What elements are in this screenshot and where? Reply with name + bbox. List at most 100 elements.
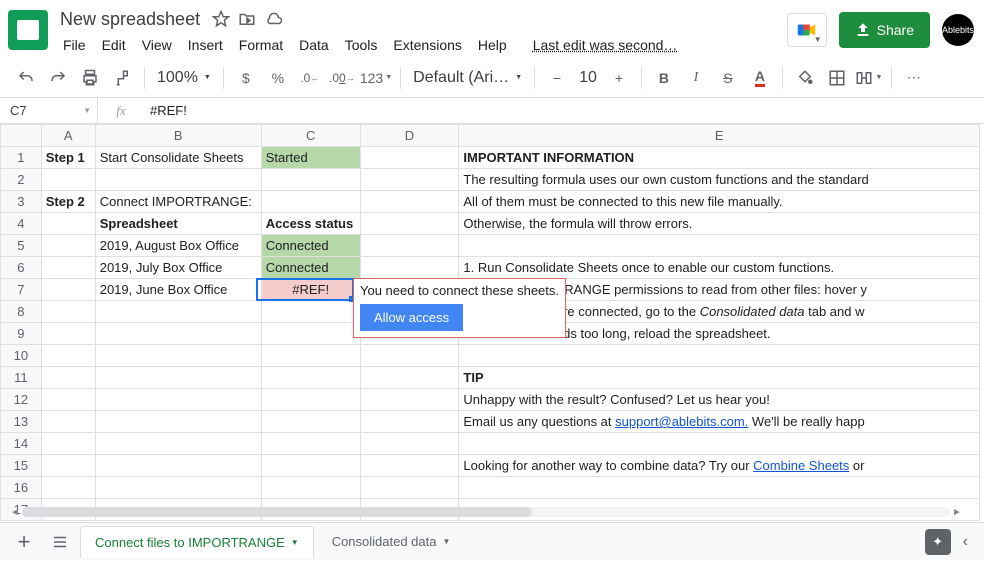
- format-percent-button[interactable]: %: [264, 64, 292, 92]
- cell-E15[interactable]: Looking for another way to combine data?…: [459, 455, 980, 477]
- row-header[interactable]: 9: [1, 323, 42, 345]
- cell-B5[interactable]: 2019, August Box Office: [95, 235, 261, 257]
- col-header-E[interactable]: E: [459, 125, 980, 147]
- menu-edit[interactable]: Edit: [95, 33, 133, 57]
- cell-B16[interactable]: [95, 477, 261, 499]
- cell-B8[interactable]: [95, 301, 261, 323]
- cell-B1[interactable]: Start Consolidate Sheets: [95, 147, 261, 169]
- horizontal-scrollbar[interactable]: ◄►: [8, 506, 964, 518]
- font-size-input[interactable]: 10: [575, 69, 601, 87]
- cell-B10[interactable]: [95, 345, 261, 367]
- cell-D6[interactable]: [360, 257, 459, 279]
- menu-help[interactable]: Help: [471, 33, 514, 57]
- cell-D2[interactable]: [360, 169, 459, 191]
- row-header[interactable]: 1: [1, 147, 42, 169]
- font-select[interactable]: Default (Ari…▼: [409, 69, 526, 87]
- row-header[interactable]: 8: [1, 301, 42, 323]
- col-header-C[interactable]: C: [261, 125, 360, 147]
- cell-C12[interactable]: [261, 389, 360, 411]
- cell-E13[interactable]: Email us any questions at support@ablebi…: [459, 411, 980, 433]
- spreadsheet-grid[interactable]: ABCDE1Step 1Start Consolidate SheetsStar…: [0, 124, 984, 522]
- cell-B15[interactable]: [95, 455, 261, 477]
- allow-access-button[interactable]: Allow access: [360, 304, 463, 331]
- cell-C3[interactable]: [261, 191, 360, 213]
- cell-A1[interactable]: Step 1: [41, 147, 95, 169]
- italic-button[interactable]: I: [682, 64, 710, 92]
- cell-C14[interactable]: [261, 433, 360, 455]
- zoom-select[interactable]: 100%▼: [153, 69, 215, 87]
- row-header[interactable]: 7: [1, 279, 42, 301]
- cell-A12[interactable]: [41, 389, 95, 411]
- add-sheet-button[interactable]: +: [8, 526, 40, 558]
- cell-B14[interactable]: [95, 433, 261, 455]
- cell-D12[interactable]: [360, 389, 459, 411]
- cell-D13[interactable]: [360, 411, 459, 433]
- cell-C11[interactable]: [261, 367, 360, 389]
- cell-C16[interactable]: [261, 477, 360, 499]
- star-icon[interactable]: [212, 10, 230, 28]
- cell-D11[interactable]: [360, 367, 459, 389]
- cell-D3[interactable]: [360, 191, 459, 213]
- cell-E4[interactable]: Otherwise, the formula will throw errors…: [459, 213, 980, 235]
- cell-D10[interactable]: [360, 345, 459, 367]
- doc-title[interactable]: New spreadsheet: [56, 7, 204, 32]
- cell-A2[interactable]: [41, 169, 95, 191]
- cell-E3[interactable]: All of them must be connected to this ne…: [459, 191, 980, 213]
- cell-D15[interactable]: [360, 455, 459, 477]
- explore-button[interactable]: [925, 529, 951, 555]
- cell-A10[interactable]: [41, 345, 95, 367]
- print-button[interactable]: [76, 64, 104, 92]
- cell-C6[interactable]: Connected: [261, 257, 360, 279]
- fill-color-button[interactable]: [791, 64, 819, 92]
- decrease-decimal-button[interactable]: .0←: [296, 64, 324, 92]
- cell-B11[interactable]: [95, 367, 261, 389]
- menu-data[interactable]: Data: [292, 33, 336, 57]
- cell-C13[interactable]: [261, 411, 360, 433]
- row-header[interactable]: 11: [1, 367, 42, 389]
- cell-B9[interactable]: [95, 323, 261, 345]
- cell-E2[interactable]: The resulting formula uses our own custo…: [459, 169, 980, 191]
- cell-B13[interactable]: [95, 411, 261, 433]
- row-header[interactable]: 6: [1, 257, 42, 279]
- cell-A3[interactable]: Step 2: [41, 191, 95, 213]
- cell-A5[interactable]: [41, 235, 95, 257]
- cell-C10[interactable]: [261, 345, 360, 367]
- menu-extensions[interactable]: Extensions: [386, 33, 468, 57]
- cell-C5[interactable]: Connected: [261, 235, 360, 257]
- row-header[interactable]: 3: [1, 191, 42, 213]
- row-header[interactable]: 10: [1, 345, 42, 367]
- menu-file[interactable]: File: [56, 33, 93, 57]
- menu-insert[interactable]: Insert: [181, 33, 230, 57]
- cell-A14[interactable]: [41, 433, 95, 455]
- menu-view[interactable]: View: [135, 33, 179, 57]
- cell-B4[interactable]: Spreadsheet: [95, 213, 261, 235]
- cell-E12[interactable]: Unhappy with the result? Confused? Let u…: [459, 389, 980, 411]
- more-formats-button[interactable]: 123▼: [360, 64, 392, 92]
- sheet-tab-active[interactable]: Connect files to IMPORTRANGE▼: [80, 526, 314, 558]
- sheets-logo[interactable]: [8, 10, 48, 50]
- cell-C2[interactable]: [261, 169, 360, 191]
- cell-D16[interactable]: [360, 477, 459, 499]
- row-header[interactable]: 15: [1, 455, 42, 477]
- cell-A16[interactable]: [41, 477, 95, 499]
- menu-tools[interactable]: Tools: [338, 33, 385, 57]
- cell-A13[interactable]: [41, 411, 95, 433]
- col-header-B[interactable]: B: [95, 125, 261, 147]
- account-avatar[interactable]: Ablebits: [942, 14, 974, 46]
- cell-E14[interactable]: [459, 433, 980, 455]
- col-header-A[interactable]: A: [41, 125, 95, 147]
- formula-input[interactable]: #REF!: [144, 103, 984, 118]
- row-header[interactable]: 4: [1, 213, 42, 235]
- meet-button[interactable]: ▼: [787, 13, 827, 47]
- bold-button[interactable]: B: [650, 64, 678, 92]
- more-toolbar-button[interactable]: ⋯: [900, 64, 928, 92]
- row-header[interactable]: 14: [1, 433, 42, 455]
- col-header-D[interactable]: D: [360, 125, 459, 147]
- cell-C4[interactable]: Access status: [261, 213, 360, 235]
- cell-A4[interactable]: [41, 213, 95, 235]
- all-sheets-button[interactable]: [44, 526, 76, 558]
- increase-decimal-button[interactable]: .00→: [328, 64, 356, 92]
- cell-C7[interactable]: #REF!: [261, 279, 360, 301]
- menu-format[interactable]: Format: [232, 33, 290, 57]
- cell-E5[interactable]: [459, 235, 980, 257]
